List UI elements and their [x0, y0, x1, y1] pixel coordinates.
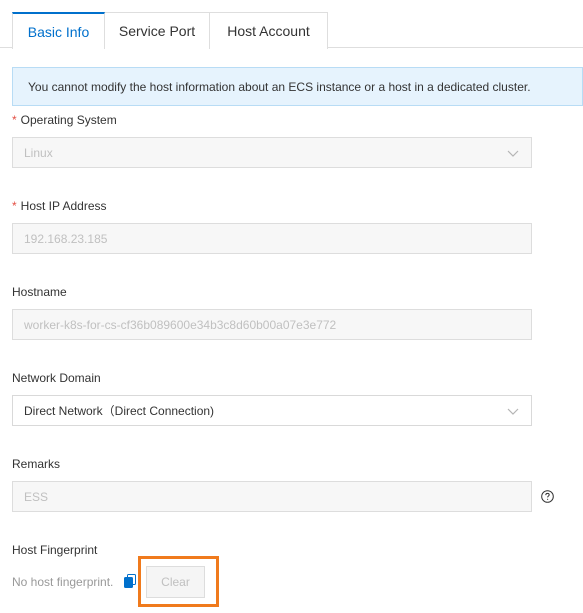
info-alert-text: You cannot modify the host information a…	[28, 79, 531, 94]
fingerprint-status: No host fingerprint.	[12, 575, 114, 589]
os-label: * Operating System	[12, 113, 117, 127]
tab-host-account[interactable]: Host Account	[209, 12, 328, 49]
help-icon[interactable]	[541, 490, 554, 503]
chevron-down-icon	[507, 408, 519, 415]
ip-label-text: Host IP Address	[20, 199, 107, 213]
chevron-down-icon	[507, 150, 519, 157]
network-domain-value: Direct Network（Direct Connection)	[24, 404, 215, 418]
remarks-label: Remarks	[12, 457, 60, 471]
tab-basic-info[interactable]: Basic Info	[12, 12, 105, 49]
hostname-input[interactable]: worker-k8s-for-cs-cf36b089600e34b3c8d60b…	[12, 309, 532, 340]
ip-label: * Host IP Address	[12, 199, 107, 213]
remarks-input-value: ESS	[24, 489, 49, 504]
hostname-label: Hostname	[12, 285, 67, 299]
tab-bar: Basic Info Service Port Host Account	[0, 0, 583, 49]
hostname-label-text: Hostname	[12, 285, 67, 299]
tab-basic-info-label: Basic Info	[27, 23, 90, 40]
clear-button-label: Clear	[161, 575, 190, 589]
tab-host-account-label: Host Account	[227, 23, 310, 39]
network-label: Network Domain	[12, 371, 101, 385]
remarks-label-text: Remarks	[12, 457, 61, 471]
network-label-text: Network Domain	[12, 371, 101, 385]
hostname-input-value: worker-k8s-for-cs-cf36b089600e34b3c8d60b…	[24, 317, 337, 332]
os-label-text: Operating System	[20, 113, 117, 127]
ip-input-value: 192.168.23.185	[24, 231, 108, 246]
tab-service-port-label: Service Port	[118, 23, 196, 39]
fingerprint-label-text: Host Fingerprint	[12, 543, 98, 557]
tab-service-port[interactable]: Service Port	[104, 12, 210, 49]
required-mark: *	[12, 199, 17, 213]
copy-icon[interactable]	[124, 574, 136, 588]
os-select-value: Linux	[24, 145, 53, 160]
os-select[interactable]: Linux	[12, 137, 532, 168]
required-mark: *	[12, 113, 17, 127]
ip-input[interactable]: 192.168.23.185	[12, 223, 532, 254]
remarks-input[interactable]: ESS	[12, 481, 532, 512]
network-domain-select[interactable]: Direct Network（Direct Connection)	[12, 395, 532, 426]
fingerprint-label: Host Fingerprint	[12, 543, 97, 557]
info-alert: You cannot modify the host information a…	[12, 67, 583, 106]
clear-button[interactable]: Clear	[146, 566, 205, 598]
